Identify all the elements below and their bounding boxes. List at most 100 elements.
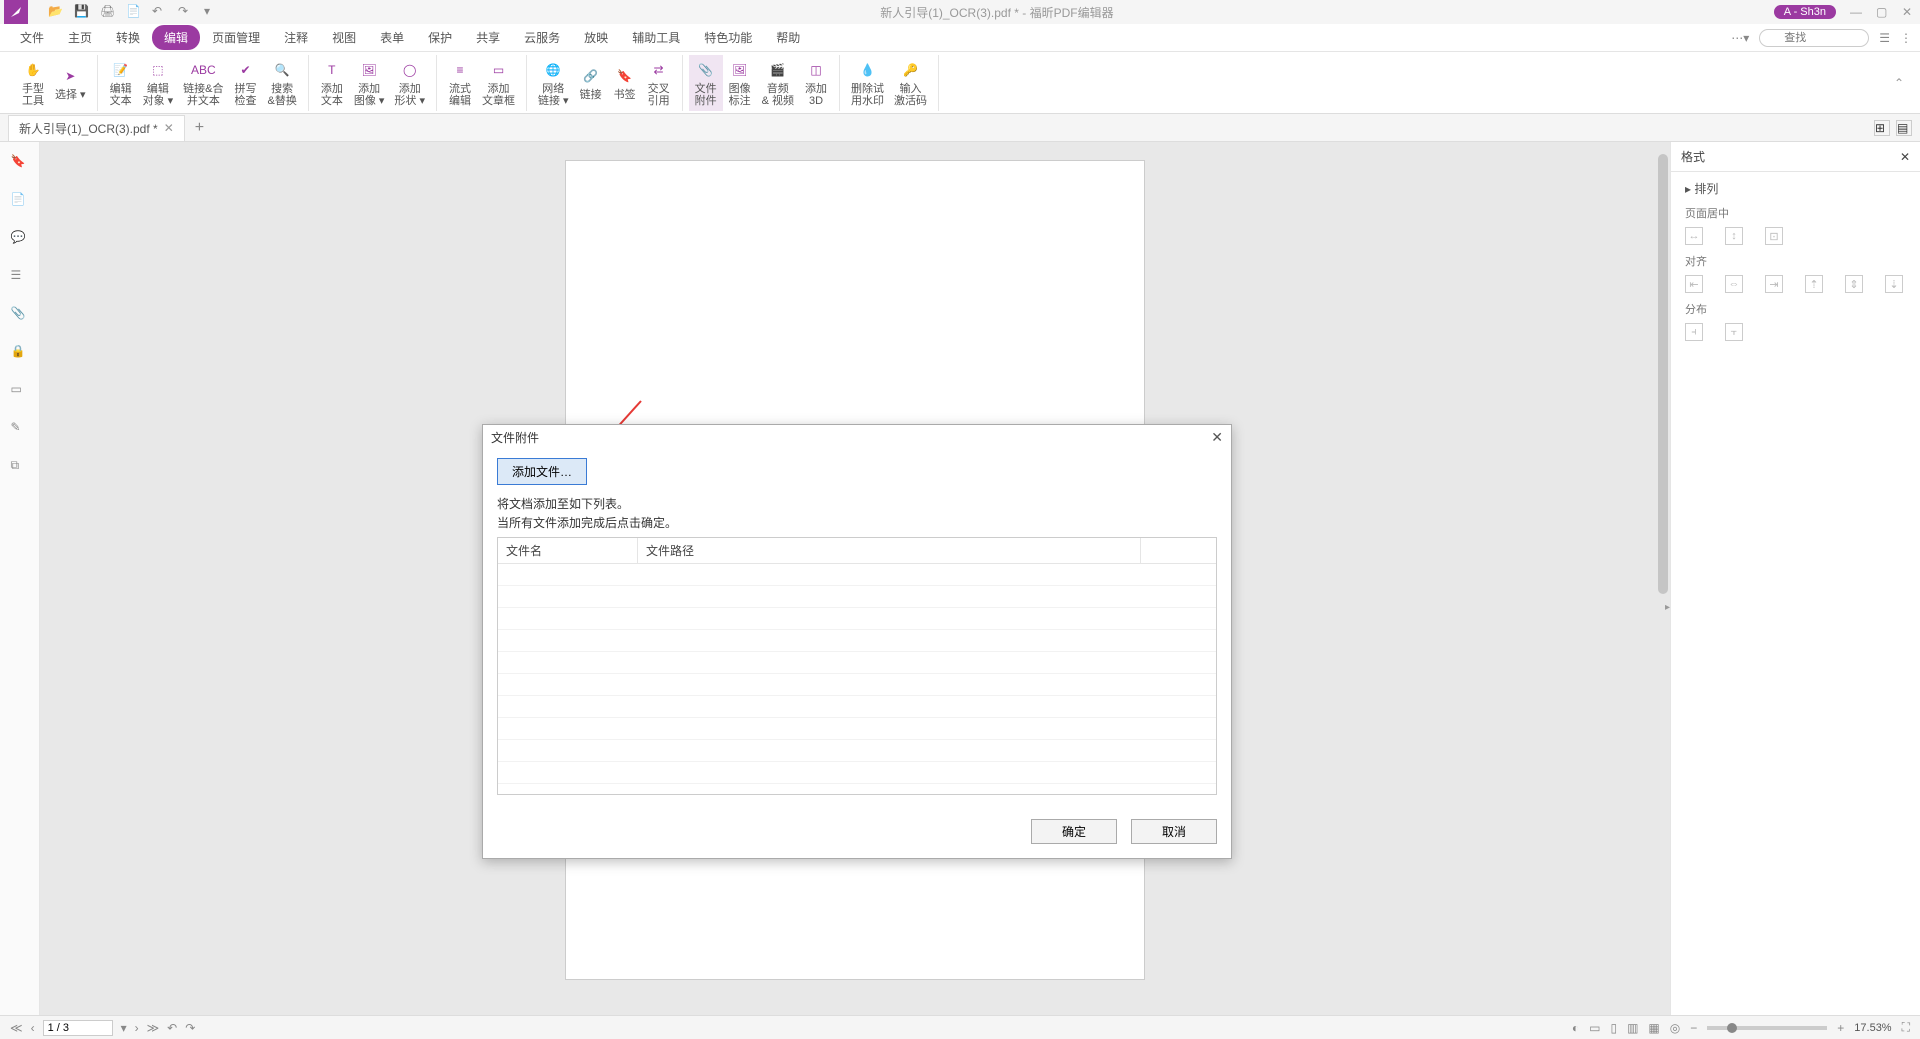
menu-保护[interactable]: 保护 bbox=[416, 25, 464, 50]
menu-主页[interactable]: 主页 bbox=[56, 25, 104, 50]
qat-more-icon[interactable]: ▾ bbox=[204, 4, 220, 20]
minimize-icon[interactable]: — bbox=[1850, 5, 1864, 19]
more-rail-icon[interactable]: ⧉ bbox=[11, 458, 29, 476]
tool-搜索&替换[interactable]: 🔍搜索&替换 bbox=[263, 55, 302, 111]
first-page-icon[interactable]: ≪ bbox=[10, 1021, 23, 1035]
tool-选择[interactable]: ➤选择 ▾ bbox=[50, 55, 91, 111]
open-icon[interactable]: 📂 bbox=[48, 4, 64, 20]
col-filename[interactable]: 文件名 bbox=[498, 538, 638, 563]
attachment-icon[interactable]: 📎 bbox=[11, 306, 29, 324]
last-page-icon[interactable]: ≫ bbox=[147, 1021, 160, 1035]
tool-链接[interactable]: 🔗链接 bbox=[574, 55, 608, 111]
ok-button[interactable]: 确定 bbox=[1031, 819, 1117, 844]
menu-帮助[interactable]: 帮助 bbox=[764, 25, 812, 50]
center-both-icon[interactable]: ⊡ bbox=[1765, 227, 1783, 245]
menu-视图[interactable]: 视图 bbox=[320, 25, 368, 50]
form-icon[interactable]: ▭ bbox=[11, 382, 29, 400]
tool-添加文本[interactable]: T添加文本 bbox=[315, 55, 349, 111]
col-filepath[interactable]: 文件路径 bbox=[638, 538, 1141, 563]
align-left-icon[interactable]: ⇤ bbox=[1685, 275, 1703, 293]
zoom-in-icon[interactable]: + bbox=[1837, 1021, 1844, 1035]
color-mode-icon[interactable]: ◐ bbox=[1572, 1021, 1579, 1035]
menu-overflow-icon[interactable]: ⋮ bbox=[1900, 31, 1912, 45]
menu-文件[interactable]: 文件 bbox=[8, 25, 56, 50]
menu-more-icon[interactable]: ⋯▾ bbox=[1731, 31, 1749, 45]
tool-流式编辑[interactable]: ≡流式编辑 bbox=[443, 55, 477, 111]
add-tab-button[interactable]: + bbox=[195, 119, 204, 137]
view-mode-3-icon[interactable]: ▥ bbox=[1627, 1021, 1638, 1035]
view-single-icon[interactable]: ▤ bbox=[1896, 120, 1912, 136]
menu-特色功能[interactable]: 特色功能 bbox=[692, 25, 764, 50]
zoom-out-icon[interactable]: − bbox=[1690, 1021, 1697, 1035]
maximize-icon[interactable]: ▢ bbox=[1876, 5, 1890, 19]
menu-放映[interactable]: 放映 bbox=[572, 25, 620, 50]
document-tab[interactable]: 新人引导(1)_OCR(3).pdf * ✕ bbox=[8, 115, 185, 141]
cancel-button[interactable]: 取消 bbox=[1131, 819, 1217, 844]
close-icon[interactable]: ✕ bbox=[1902, 5, 1916, 19]
redo-icon[interactable]: ↷ bbox=[178, 4, 194, 20]
add-file-button[interactable]: 添加文件… bbox=[497, 458, 587, 485]
distribute-h-icon[interactable]: ⫞ bbox=[1685, 323, 1703, 341]
ribbon-collapse-icon[interactable]: ⌃ bbox=[1888, 76, 1910, 90]
pages-icon[interactable]: 📄 bbox=[11, 192, 29, 210]
zoom-slider[interactable] bbox=[1707, 1026, 1827, 1030]
center-h-icon[interactable]: ↔ bbox=[1685, 227, 1703, 245]
signature-icon[interactable]: ✎ bbox=[11, 420, 29, 438]
dialog-close-icon[interactable]: ✕ bbox=[1211, 429, 1223, 446]
page-dropdown-icon[interactable]: ▾ bbox=[121, 1021, 127, 1035]
view-mode-2-icon[interactable]: ▯ bbox=[1610, 1021, 1617, 1035]
align-bottom-icon[interactable]: ⇣ bbox=[1885, 275, 1903, 293]
tool-交叉引用[interactable]: ⇄交叉引用 bbox=[642, 55, 676, 111]
nav-back-icon[interactable]: ↶ bbox=[167, 1021, 177, 1035]
menu-编辑[interactable]: 编辑 bbox=[152, 25, 200, 50]
align-middle-icon[interactable]: ⇕ bbox=[1845, 275, 1863, 293]
tool-删除试用水印[interactable]: 💧删除试用水印 bbox=[846, 55, 889, 111]
nav-fwd-icon[interactable]: ↷ bbox=[185, 1021, 195, 1035]
align-center-icon[interactable]: ⇔ bbox=[1725, 275, 1743, 293]
page-number-input[interactable] bbox=[43, 1020, 113, 1036]
view-mode-5-icon[interactable]: ◎ bbox=[1670, 1021, 1680, 1035]
menu-共享[interactable]: 共享 bbox=[464, 25, 512, 50]
search-input[interactable] bbox=[1759, 29, 1869, 47]
distribute-v-icon[interactable]: ⫟ bbox=[1725, 323, 1743, 341]
tool-书签[interactable]: 🔖书签 bbox=[608, 55, 642, 111]
menu-表单[interactable]: 表单 bbox=[368, 25, 416, 50]
print-icon[interactable]: 🖨 bbox=[100, 4, 116, 20]
save-icon[interactable]: 💾 bbox=[74, 4, 90, 20]
new-icon[interactable]: 📄 bbox=[126, 4, 142, 20]
view-grid-icon[interactable]: ⊞ bbox=[1874, 120, 1890, 136]
menu-辅助工具[interactable]: 辅助工具 bbox=[620, 25, 692, 50]
panel-tab-label[interactable]: 格式 bbox=[1681, 148, 1705, 165]
panel-close-icon[interactable]: ✕ bbox=[1900, 150, 1910, 164]
canvas[interactable]: 使用编辑器可以帮助您在日常工作生活中，快速解决PDF文档方面的 问题，高效工作方… bbox=[40, 142, 1670, 1015]
file-table-body[interactable] bbox=[498, 564, 1216, 794]
tool-网络链接[interactable]: 🌐网络链接 ▾ bbox=[533, 55, 574, 111]
tool-文件附件[interactable]: 📎文件附件 bbox=[689, 55, 723, 111]
prev-page-icon[interactable]: ‹ bbox=[31, 1021, 35, 1035]
fullscreen-icon[interactable]: ⛶ bbox=[1902, 1020, 1910, 1035]
tool-添加图像[interactable]: 🖼添加图像 ▾ bbox=[349, 55, 390, 111]
comment-icon[interactable]: 💬 bbox=[11, 230, 29, 248]
user-badge[interactable]: A - Sh3n bbox=[1774, 5, 1836, 19]
tab-close-icon[interactable]: ✕ bbox=[164, 121, 174, 135]
tool-图像标注[interactable]: 🖼图像标注 bbox=[723, 55, 757, 111]
tool-链接&合并文本[interactable]: ABC链接&合并文本 bbox=[178, 55, 228, 111]
tool-编辑文本[interactable]: 📝编辑文本 bbox=[104, 55, 138, 111]
security-icon[interactable]: 🔒 bbox=[11, 344, 29, 362]
menu-转换[interactable]: 转换 bbox=[104, 25, 152, 50]
menu-云服务[interactable]: 云服务 bbox=[512, 25, 572, 50]
next-page-icon[interactable]: › bbox=[135, 1021, 139, 1035]
tool-添加形状[interactable]: ◯添加形状 ▾ bbox=[389, 55, 430, 111]
view-mode-1-icon[interactable]: ▭ bbox=[1589, 1021, 1600, 1035]
center-v-icon[interactable]: ↕ bbox=[1725, 227, 1743, 245]
help-icon[interactable]: ☰ bbox=[1879, 31, 1890, 45]
bookmark-icon[interactable]: 🔖 bbox=[11, 154, 29, 172]
tool-拼写检查[interactable]: ✔拼写检查 bbox=[229, 55, 263, 111]
menu-注释[interactable]: 注释 bbox=[272, 25, 320, 50]
tool-编辑对象[interactable]: ⬚编辑对象 ▾ bbox=[138, 55, 179, 111]
tool-手型工具[interactable]: ✋手型工具 bbox=[16, 55, 50, 111]
tool-音频& 视频[interactable]: 🎬音频& 视频 bbox=[757, 55, 799, 111]
undo-icon[interactable]: ↶ bbox=[152, 4, 168, 20]
align-right-icon[interactable]: ⇥ bbox=[1765, 275, 1783, 293]
view-mode-4-icon[interactable]: ▦ bbox=[1648, 1021, 1659, 1035]
